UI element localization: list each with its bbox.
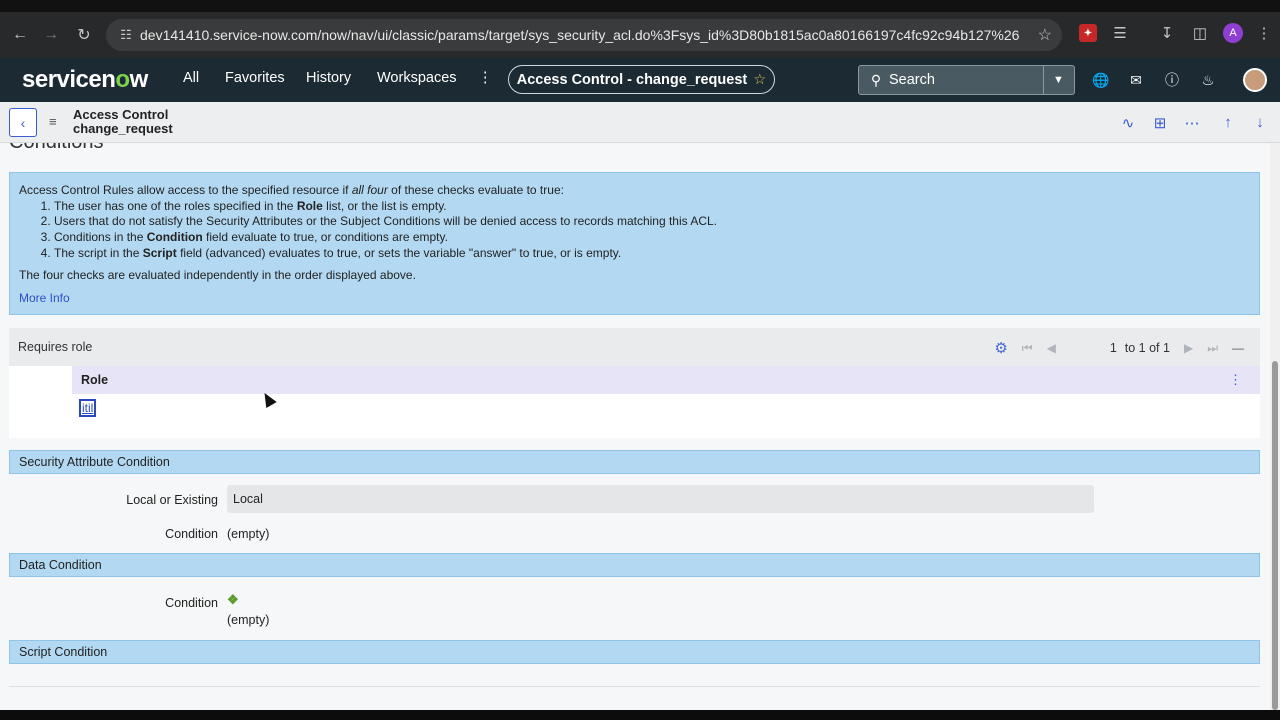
info-item-3: Conditions in the Condition field evalua… <box>54 230 1250 246</box>
globe-icon[interactable]: 🌐 <box>1091 70 1111 90</box>
global-search[interactable]: ⚲ Search ▼ <box>858 65 1075 95</box>
divider <box>9 686 1260 687</box>
download-icon[interactable]: ↧ <box>1153 19 1181 47</box>
context-pill-label: Access Control - change_request <box>516 71 748 88</box>
acl-info-box: Access Control Rules allow access to the… <box>9 172 1260 315</box>
condition-builder-icon[interactable]: ❖ <box>227 592 239 608</box>
data-condition-value: (empty) <box>227 613 270 627</box>
reload-icon[interactable]: ↻ <box>68 19 100 51</box>
form-menu-icon[interactable]: ≡ <box>49 114 57 129</box>
requires-role-header: Requires role ⚙ ⏮ ◀ 1 to 1 of 1 ▶ ⏭ — <box>9 328 1260 366</box>
info-item-1: The user has one of the roles specified … <box>54 199 1250 215</box>
browser-toolbar: ← → ↻ ☷ dev141410.service-now.com/now/na… <box>0 12 1280 58</box>
scrollbar-thumb[interactable] <box>1272 361 1278 710</box>
local-or-existing-select[interactable]: Local <box>227 485 1094 513</box>
info-intro: Access Control Rules allow access to the… <box>19 183 564 197</box>
browser-menu-icon[interactable]: ⋮ <box>1250 19 1278 47</box>
local-or-existing-label: Local or Existing <box>126 493 218 507</box>
section-heading-conditions: Conditions <box>9 143 104 154</box>
requires-role-list: Requires role ⚙ ⏮ ◀ 1 to 1 of 1 ▶ ⏭ — Ro… <box>9 328 1260 438</box>
column-options-icon[interactable]: ⋮ <box>1229 372 1242 388</box>
last-page-icon[interactable]: ⏭ <box>1207 341 1218 356</box>
bookmark-star-icon[interactable]: ☆ <box>1038 25 1052 45</box>
info-summary: The four checks are evaluated independen… <box>19 267 416 282</box>
activity-icon[interactable]: ∿ <box>1118 114 1138 132</box>
list-pager: ⚙ ⏮ ◀ 1 to 1 of 1 ▶ ⏭ — <box>994 339 1244 357</box>
servicenow-logo[interactable]: servicenow <box>22 66 148 94</box>
form-title-record: change_request <box>73 121 173 136</box>
section-data-condition[interactable]: Data Condition <box>9 553 1260 577</box>
previous-page-icon[interactable]: ◀ <box>1047 341 1056 355</box>
more-info-link[interactable]: More Info <box>19 291 1250 307</box>
extensions-icon[interactable]: ☰ <box>1106 19 1134 47</box>
info-item-4: The script in the Script field (advanced… <box>54 246 1250 262</box>
nav-history[interactable]: History <box>306 70 351 86</box>
requires-role-title: Requires role <box>18 340 93 354</box>
form-header: ‹ ≡ Access Control change_request ∿ ⊞ ⋯ … <box>0 102 1280 143</box>
table-row: itil <box>9 394 1260 422</box>
role-column-header-row: Role ⋮ <box>9 366 1260 394</box>
more-menu-icon[interactable]: ⋮ <box>478 70 493 86</box>
section-script-condition[interactable]: Script Condition <box>9 640 1260 664</box>
role-link-itil[interactable]: itil <box>79 399 97 417</box>
search-scope-dropdown-icon[interactable]: ▼ <box>1043 66 1073 94</box>
next-record-icon[interactable]: ↓ <box>1250 114 1270 131</box>
pager-range-text: to 1 of 1 <box>1124 341 1170 355</box>
forward-icon[interactable]: → <box>35 19 67 51</box>
address-bar[interactable]: ☷ dev141410.service-now.com/now/nav/ui/c… <box>106 19 1062 51</box>
settings-sliders-icon[interactable]: ⊞ <box>1150 114 1170 132</box>
context-pill[interactable]: Access Control - change_request ☆ <box>508 65 775 94</box>
chat-icon[interactable]: ✉ <box>1126 70 1146 90</box>
nav-workspaces[interactable]: Workspaces <box>377 70 457 86</box>
side-panel-icon[interactable]: ◫ <box>1186 19 1214 47</box>
notifications-bell-icon[interactable]: ♨ <box>1198 70 1218 90</box>
screen-bottom-edge <box>0 710 1280 720</box>
favorite-star-icon[interactable]: ☆ <box>753 72 766 88</box>
security-condition-value: (empty) <box>227 527 270 541</box>
form-body: Conditions Access Control Rules allow ac… <box>0 143 1270 710</box>
more-options-icon[interactable]: ⋯ <box>1182 114 1202 132</box>
form-title-table: Access Control <box>73 107 169 122</box>
nav-all[interactable]: All <box>183 70 199 86</box>
role-column-header[interactable]: Role <box>72 373 108 387</box>
help-icon[interactable]: ⓘ <box>1162 70 1182 90</box>
nav-favorites[interactable]: Favorites <box>225 70 285 86</box>
user-avatar[interactable] <box>1243 68 1267 92</box>
pager-current-page[interactable]: 1 <box>1110 341 1117 355</box>
site-settings-icon[interactable]: ☷ <box>112 27 140 43</box>
search-input[interactable]: Search <box>889 72 1043 88</box>
next-page-icon[interactable]: ▶ <box>1184 341 1193 355</box>
info-list: The user has one of the roles specified … <box>54 199 1250 262</box>
form-title: Access Control change_request <box>73 108 173 136</box>
page-scrollbar[interactable] <box>1270 143 1280 710</box>
url-text[interactable]: dev141410.service-now.com/now/nav/ui/cla… <box>140 27 1020 43</box>
screen-top-edge <box>0 0 1280 12</box>
data-condition-label: Condition <box>165 596 218 610</box>
search-icon: ⚲ <box>870 71 882 88</box>
pdf-extension-icon[interactable]: ✦ <box>1074 19 1102 47</box>
security-condition-label: Condition <box>165 527 218 541</box>
back-button[interactable]: ‹ <box>9 108 37 137</box>
previous-record-icon[interactable]: ↑ <box>1218 114 1238 131</box>
list-settings-gear-icon[interactable]: ⚙ <box>994 339 1007 357</box>
profile-icon[interactable]: A <box>1219 19 1247 47</box>
collapse-list-icon[interactable]: — <box>1232 341 1244 355</box>
back-icon[interactable]: ← <box>4 19 36 51</box>
section-security-attribute-condition[interactable]: Security Attribute Condition <box>9 450 1260 474</box>
servicenow-header: servicenow All Favorites History Workspa… <box>0 58 1280 102</box>
info-item-2: Users that do not satisfy the Security A… <box>54 214 1250 230</box>
first-page-icon[interactable]: ⏮ <box>1022 341 1033 356</box>
